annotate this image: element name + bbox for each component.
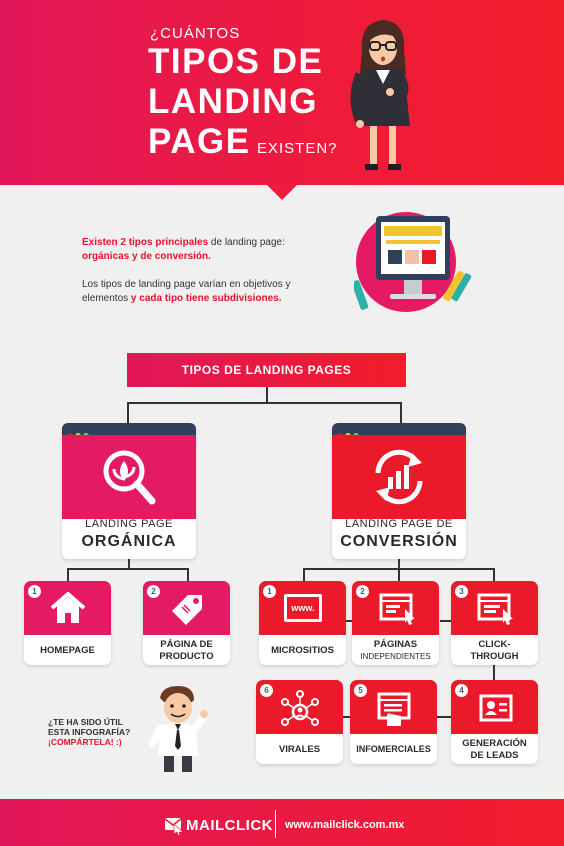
virals-label: VIRALES (278, 744, 321, 755)
independent-pages-card: 2 PÁGINAS INDEPENDIENTES (352, 581, 439, 665)
homepage-card: 1 HOMEPAGE (24, 581, 111, 665)
hero-pointer (266, 184, 298, 200)
lead-generation-card: 4 GENERACIÓN DE LEADS (451, 680, 538, 764)
connector (67, 568, 69, 582)
headline-line3: LANDING (148, 82, 318, 121)
conversion-card-top (332, 435, 466, 519)
price-tag-icon (172, 595, 202, 625)
connector (398, 568, 400, 582)
connector (400, 402, 402, 424)
connector (493, 568, 495, 582)
infomercials-label: INFOMERCIALES (356, 744, 431, 754)
organic-card-label: LANDING PAGE (85, 518, 173, 530)
microsites-card: 1 www. MICROSITIOS (259, 581, 346, 665)
connector (127, 402, 129, 424)
conversion-cycle-icon (375, 449, 423, 505)
share-question-2: ESTA INFOGRAFÍA? (48, 727, 131, 737)
connector (187, 568, 189, 582)
headline-line1: ¿CUÁNTOS (150, 25, 241, 42)
share-question-1: ¿TE HA SIDO ÚTIL (48, 717, 123, 727)
item-number: 2 (356, 585, 369, 598)
browser-cursor-icon (379, 593, 415, 625)
independent-label-2: INDEPENDIENTES (360, 652, 431, 661)
lead-label-2: DE LEADS (470, 750, 519, 761)
homepage-label: HOMEPAGE (40, 645, 95, 656)
independent-label-1: PÁGINAS (373, 639, 418, 650)
www-icon: www. (284, 594, 322, 622)
window-bar (332, 423, 466, 439)
connector (67, 568, 189, 570)
item-number: 2 (147, 585, 160, 598)
infomercials-card: 5 INFOMERCIALES (350, 680, 437, 764)
product-label-2: PRODUCTO (159, 651, 214, 662)
intro-highlight-1: Existen 2 tipos principales (82, 237, 209, 248)
hand-browser-icon (377, 692, 411, 726)
intro-paragraph-1: Existen 2 tipos principales de landing p… (82, 236, 332, 264)
item-number: 6 (260, 684, 273, 697)
intro-text-2: Los tipos de landing page varían en obje… (82, 279, 291, 290)
click-through-label-2: THROUGH (470, 651, 519, 662)
organic-card-top (62, 435, 196, 519)
footer-bar (0, 799, 564, 846)
monitor-illustration (354, 212, 472, 312)
man-thumbs-up-illustration (148, 686, 208, 772)
share-prompt: ¿TE HA SIDO ÚTIL ESTA INFOGRAFÍA? ¡COMPÁ… (48, 717, 130, 747)
item-number: 4 (455, 684, 468, 697)
product-label-1: PÁGINA DE (160, 639, 213, 650)
virals-card: 6 VIRALES (256, 680, 343, 764)
item-number: 1 (28, 585, 41, 598)
connector (493, 664, 495, 680)
window-bar (62, 423, 196, 439)
conversion-card-title: CONVERSIÓN (340, 533, 458, 550)
headline-line4b: EXISTEN? (257, 140, 338, 157)
item-number: 3 (455, 585, 468, 598)
conversion-card-label: LANDING PAGE DE (345, 518, 453, 530)
click-through-label-1: CLICK- (478, 639, 511, 650)
tree-title: TIPOS DE LANDING PAGES (127, 353, 406, 387)
intro-highlight-3: y cada tipo tiene subdivisiones. (130, 293, 282, 304)
connector (266, 387, 268, 403)
businesswoman-illustration (350, 20, 410, 170)
conversion-landing-card: LANDING PAGE DE CONVERSIÓN (332, 423, 466, 559)
click-browser-icon (477, 593, 513, 625)
footer-website-link[interactable]: www.mailclick.com.mx (285, 819, 404, 831)
headline-line4: PAGE (148, 122, 251, 161)
home-icon (50, 592, 86, 623)
connector (127, 402, 402, 404)
headline-line2: TIPOS DE (148, 42, 324, 81)
contact-card-icon (479, 694, 513, 722)
share-cta: ¡COMPÁRTELA! :) (48, 737, 122, 747)
click-through-card: 3 CLICK- THROUGH (451, 581, 538, 665)
organic-card-title: ORGÁNICA (81, 533, 177, 550)
mailclick-logo-icon (164, 818, 184, 835)
item-number: 1 (263, 585, 276, 598)
lead-label-1: GENERACIÓN (462, 738, 527, 749)
organic-landing-card: LANDING PAGE ORGÁNICA (62, 423, 196, 559)
connector (303, 568, 305, 582)
network-icon (281, 690, 319, 726)
intro-paragraph-2: Los tipos de landing page varían en obje… (82, 278, 342, 306)
product-page-card: 2 PÁGINA DE PRODUCTO (143, 581, 230, 665)
footer-divider (275, 810, 276, 838)
intro-text-1: de landing page: (208, 237, 285, 248)
item-number: 5 (354, 684, 367, 697)
intro-text-3: elementos (82, 293, 131, 304)
magnifier-leaf-icon (103, 450, 156, 505)
intro-highlight-2: orgánicas y de conversión. (82, 251, 211, 262)
microsites-label: MICROSITIOS (271, 645, 334, 656)
footer-brand: MAILCLICK (186, 817, 273, 834)
